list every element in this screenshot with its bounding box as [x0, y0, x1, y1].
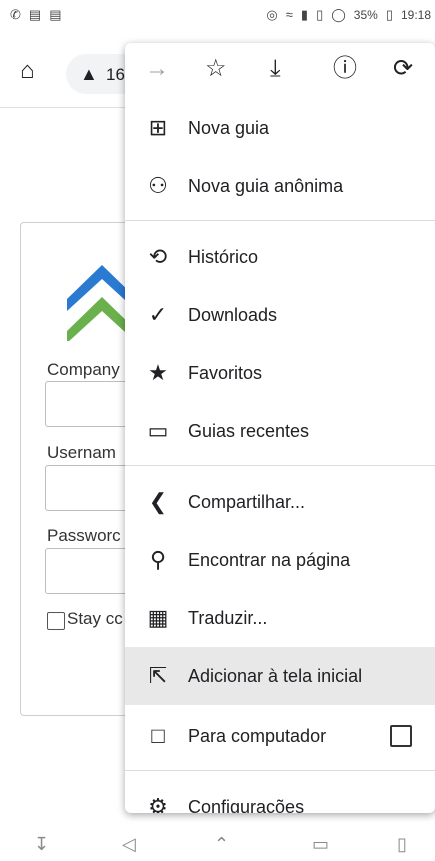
add-to-home-icon: ⇱ [148, 663, 168, 688]
menu-item-label: Guias recentes [188, 421, 310, 441]
forward-icon[interactable]: → [145, 55, 169, 83]
battery-percent: 35% [353, 8, 378, 22]
whatsapp-icon: ✆ [10, 7, 21, 22]
menu-item-label: Encontrar na página [188, 550, 351, 570]
menu-item-traduzir[interactable]: ▦ Traduzir... [125, 589, 435, 647]
alarm-icon: ◯ [331, 7, 346, 22]
desktop-site-checkbox[interactable] [390, 725, 412, 747]
menu-action-row: → ☆ ⤓ ⓘ ⟳ [125, 43, 435, 99]
screenshot-icon[interactable]: ▯ [397, 834, 407, 855]
battery-icon: ▯ [385, 7, 393, 22]
menu-item-compartilhar[interactable]: ❮ Compartilhar... [125, 473, 435, 531]
menu-item-label: Downloads [188, 305, 278, 325]
menu-item-favoritos[interactable]: ★ Favoritos [125, 344, 435, 402]
clock: 19:18 [400, 8, 431, 22]
company-label: Company [47, 360, 120, 379]
new-tab-icon: ⊞ [148, 115, 168, 140]
share-icon: ❮ [148, 489, 168, 514]
stay-connected-checkbox[interactable] [47, 612, 65, 630]
omnibox-url[interactable]: 16 [106, 65, 125, 85]
status-right-icons: ◎ ≈ ▮ ▯ ◯ 35% ▯ 19:18 [266, 7, 431, 23]
chrome-overflow-menu: → ☆ ⤓ ⓘ ⟳ ⊞ Nova guia ⚇ Nova guia anônim… [125, 43, 435, 813]
star-icon: ★ [148, 360, 168, 385]
menu-item-label: Nova guia anônima [188, 176, 344, 196]
username-label: Usernam [47, 443, 116, 462]
calendar-icon: ▤ [49, 7, 62, 22]
stay-connected-label: Stay cc [67, 609, 123, 628]
menu-separator [125, 220, 435, 221]
menu-item-guias-recentes[interactable]: ▭ Guias recentes [125, 402, 435, 460]
translate-icon: ▦ [147, 605, 169, 630]
nfc-icon: ◎ [266, 7, 278, 22]
downloads-icon: ✓ [148, 302, 168, 327]
history-icon: ⟲ [148, 244, 168, 269]
menu-item-encontrar-na-pagina[interactable]: ⚲ Encontrar na página [125, 531, 435, 589]
reload-icon[interactable]: ⟳ [393, 55, 413, 83]
menu-item-label: Adicionar à tela inicial [188, 666, 363, 686]
menu-item-para-computador[interactable]: □ Para computador [125, 707, 435, 765]
signal-icon: ▯ [316, 7, 324, 22]
home-icon[interactable]: ⌂ [20, 58, 46, 84]
menu-item-adicionar-a-tela-inicial[interactable]: ⇱ Adicionar à tela inicial [125, 647, 435, 705]
info-icon[interactable]: ⓘ [333, 55, 357, 83]
menu-separator [125, 770, 435, 771]
system-nav-bar: ↧ ◁ ⌃ ▭ ▯ [0, 828, 435, 861]
recents-icon[interactable]: ▭ [312, 834, 329, 855]
menu-item-configuracoes[interactable]: ⚙ Configurações [125, 778, 435, 813]
menu-item-label: Compartilhar... [188, 492, 306, 512]
menu-separator [125, 465, 435, 466]
back-icon[interactable]: ◁ [122, 834, 136, 855]
warning-icon[interactable]: ▲ [80, 64, 98, 85]
download-arrow-icon[interactable]: ↧ [34, 834, 49, 855]
status-bar: ✆ ▤ ▤ ◎ ≈ ▮ ▯ ◯ 35% ▯ 19:18 [0, 0, 435, 30]
menu-item-historico[interactable]: ⟲ Histórico [125, 228, 435, 286]
menu-item-nova-guia-anonima[interactable]: ⚇ Nova guia anônima [125, 157, 435, 215]
desktop-icon: □ [151, 723, 165, 748]
settings-icon: ⚙ [148, 794, 168, 813]
menu-item-nova-guia[interactable]: ⊞ Nova guia [125, 99, 435, 157]
status-left-icons: ✆ ▤ ▤ [10, 8, 62, 22]
menu-item-downloads[interactable]: ✓ Downloads [125, 286, 435, 344]
menu-item-label: Histórico [188, 247, 259, 267]
wifi-icon: ≈ [285, 7, 293, 22]
menu-item-label: Traduzir... [188, 608, 268, 628]
devices-icon: ▭ [147, 418, 169, 443]
bookmark-star-icon[interactable]: ☆ [205, 55, 227, 83]
incognito-icon: ⚇ [148, 173, 168, 198]
download-icon[interactable]: ⤓ [270, 55, 281, 83]
password-label: Passworc [47, 526, 121, 545]
menu-item-label: Favoritos [188, 363, 263, 383]
home-icon[interactable]: ⌃ [214, 834, 229, 855]
signal-icon: ▮ [300, 7, 309, 22]
find-in-page-icon: ⚲ [149, 547, 167, 572]
calendar-icon: ▤ [28, 7, 42, 22]
menu-item-label: Para computador [188, 726, 327, 746]
menu-item-label: Configurações [188, 797, 305, 813]
menu-item-label: Nova guia [188, 118, 270, 138]
